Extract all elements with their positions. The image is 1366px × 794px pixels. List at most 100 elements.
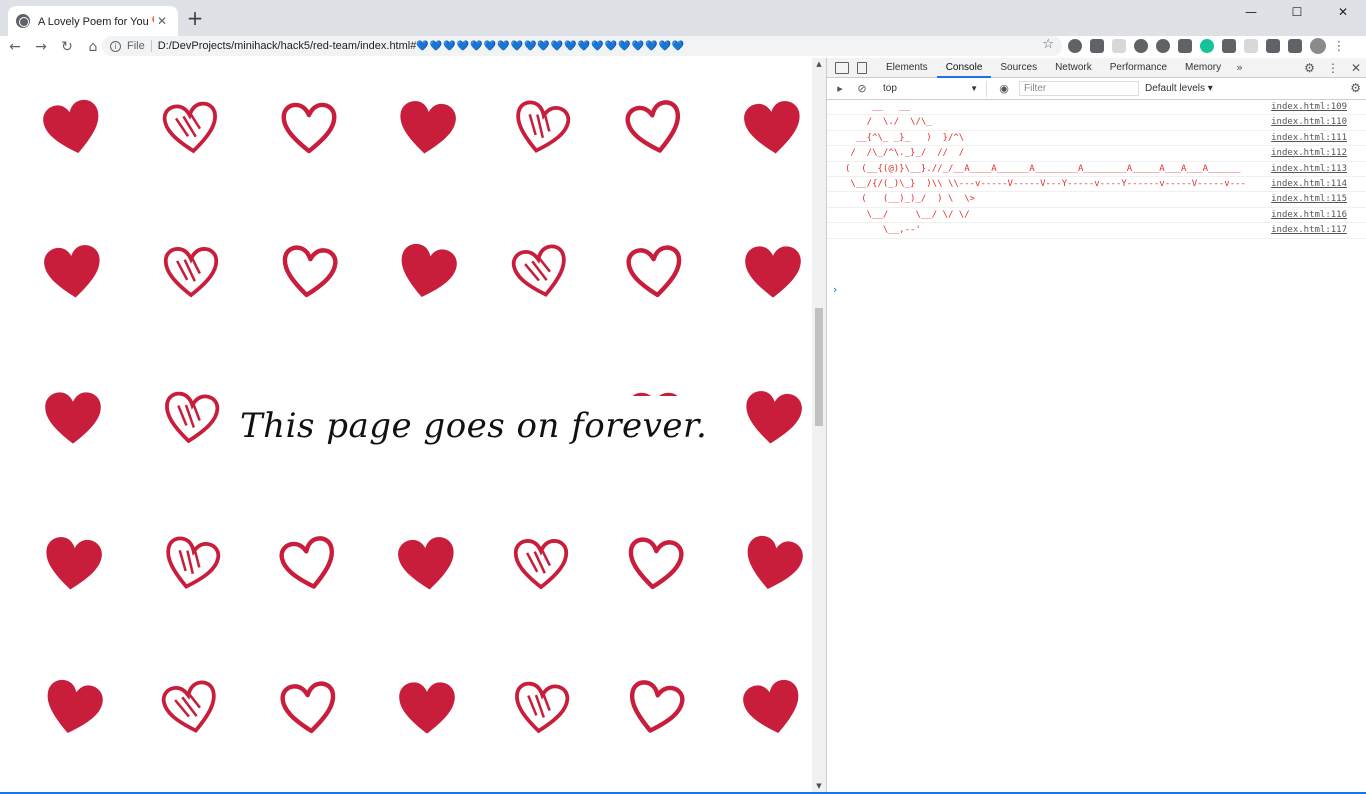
tab-title: A Lovely Poem for You [38,15,149,28]
heart-icon [508,534,574,594]
heart-icon [508,242,574,302]
devtools-tab-console[interactable]: Console [936,58,992,78]
heart-icon [622,98,688,158]
devtools-panel: Elements Console Sources Network Perform… [826,58,1366,792]
console-filter-bar: ▸ ⊘ top ▼ ◉ Default levels ▾ ⚙ [827,78,1366,100]
heart-icon [622,534,688,594]
scroll-down-icon[interactable]: ▼ [812,782,826,790]
console-log-row: / \./ \/\_ index.html:110 [827,115,1366,131]
console-log-source-link[interactable]: index.html:113 [1271,164,1347,175]
console-log-row: __ __ index.html:109 [827,100,1366,116]
console-log-source-link[interactable]: index.html:109 [1271,102,1347,113]
heart-icon [394,242,460,302]
console-log-source-link[interactable]: index.html:116 [1271,210,1347,221]
log-levels-dropdown[interactable]: Default levels ▾ [1145,83,1213,94]
heart-icon [40,98,106,158]
extension-icon[interactable] [1244,39,1258,53]
console-log-source-link[interactable]: index.html:117 [1271,225,1347,236]
devtools-menu-icon[interactable]: ⋮ [1327,61,1339,75]
extension-icon[interactable] [1178,39,1192,53]
close-devtools-icon[interactable]: ✕ [1351,61,1361,75]
page-tagline: This page goes on forever. [240,396,714,456]
console-log-source-link[interactable]: index.html:111 [1271,133,1347,144]
reload-button[interactable]: ↻ [56,37,78,57]
heart-icon [158,98,224,158]
extension-icon[interactable] [1156,39,1170,53]
devtools-tabbar: Elements Console Sources Network Perform… [827,58,1366,78]
browser-tab[interactable]: A Lovely Poem for You ❤️ ✕ [8,6,178,36]
heart-icon [622,242,688,302]
context-select[interactable]: top ▼ [877,80,987,97]
heart-icon [394,678,460,738]
back-button[interactable]: ← [4,37,26,57]
info-icon[interactable]: i [110,40,121,52]
globe-icon [16,14,30,28]
console-log-source-link[interactable]: index.html:114 [1271,179,1347,190]
device-toolbar-icon[interactable] [857,61,867,74]
eye-icon[interactable]: ◉ [995,82,1013,95]
console-filter-input[interactable] [1019,81,1139,96]
scroll-up-icon[interactable]: ▲ [812,60,826,68]
extension-icon[interactable] [1090,39,1104,53]
console-log-message: __ __ [845,102,911,112]
extension-icon[interactable] [1134,39,1148,53]
inspect-element-icon[interactable] [835,61,849,74]
address-bar[interactable]: i File D:/DevProjects/minihack/hack5/red… [102,36,1062,56]
devtools-tab-network[interactable]: Network [1046,58,1101,78]
extension-icon[interactable] [1266,39,1280,53]
console-log-source-link[interactable]: index.html:112 [1271,148,1347,159]
heart-icon [740,534,806,594]
console-log-source-link[interactable]: index.html:110 [1271,117,1347,128]
devtools-tab-elements[interactable]: Elements [877,58,937,78]
heart-icon [40,678,106,738]
tab-close-icon[interactable]: ✕ [154,14,170,28]
minimize-button[interactable]: — [1228,0,1274,24]
console-log-row: \__/ \__/ \/ \/ index.html:116 [827,208,1366,224]
profile-avatar-icon[interactable] [1310,38,1326,54]
close-window-button[interactable]: ✕ [1320,0,1366,24]
window-controls: — ☐ ✕ [1228,0,1366,24]
extensions-row: ⋮ [1068,36,1346,56]
new-tab-button[interactable]: + [184,8,206,30]
home-button[interactable]: ⌂ [82,37,104,57]
star-icon[interactable]: ☆ [1042,37,1054,52]
console-log-row: / /\_/^\._}_/ // / index.html:112 [827,146,1366,162]
scrollbar-thumb[interactable] [815,308,823,426]
console-log-row: __{^\_ _}_ ) }/^\ index.html:111 [827,131,1366,147]
heart-icon [740,388,806,448]
browser-toolbar: ← → ↻ ⌂ i File D:/DevProjects/minihack/h… [0,36,1366,58]
devtools-tab-memory[interactable]: Memory [1176,58,1230,78]
console-log-row: ( (__{(@)}\__}.//_/__A____A______A______… [827,162,1366,177]
page-scrollbar[interactable]: ▲ ▼ [812,58,826,792]
heart-icon [40,242,106,302]
console-prompt[interactable]: › [833,283,837,296]
heart-icon [740,678,806,738]
grammarly-icon[interactable] [1200,39,1214,53]
console-log-source-link[interactable]: index.html:115 [1271,194,1347,205]
console-log-message: ( (__)_)_/ ) \ \> [845,194,976,205]
forward-button[interactable]: → [30,37,52,57]
heart-icon [740,242,806,302]
heart-icon [158,388,224,448]
heart-icon [276,534,342,594]
extension-icon[interactable] [1112,39,1126,53]
heart-icon [276,242,342,302]
extension-icon[interactable] [1222,39,1236,53]
maximize-button[interactable]: ☐ [1274,0,1320,24]
heart-icon [276,678,342,738]
clear-console-icon[interactable]: ⊘ [853,82,871,95]
console-log-row: \__/{/(_)\_} )\\ \\---v-----V-----V---Y-… [827,177,1366,193]
sidebar-toggle-icon[interactable]: ▸ [831,82,849,95]
devtools-tab-sources[interactable]: Sources [991,58,1046,78]
more-tabs-icon[interactable]: » [1230,61,1249,74]
url-text[interactable]: D:/DevProjects/minihack/hack5/red-team/i… [158,40,417,52]
extensions-puzzle-icon[interactable] [1288,39,1302,53]
chevron-down-icon: ▼ [970,83,978,93]
devtools-tab-performance[interactable]: Performance [1101,58,1176,78]
console-log-message: \__,--' [845,225,921,236]
settings-gear-icon[interactable]: ⚙ [1304,61,1315,75]
extension-icon[interactable] [1068,39,1082,53]
browser-menu-icon[interactable]: ⋮ [1332,39,1346,54]
heart-icon [158,242,224,302]
console-settings-gear-icon[interactable]: ⚙ [1350,81,1361,95]
